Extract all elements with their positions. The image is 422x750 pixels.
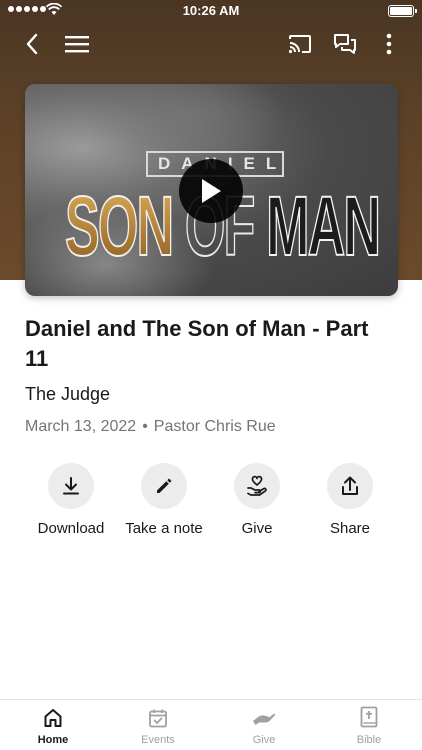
battery-icon: [388, 5, 417, 17]
home-icon: [44, 709, 62, 727]
download-icon: [63, 477, 79, 495]
tab-events-label: Events: [141, 734, 175, 746]
status-bar: 10:26 AM: [0, 0, 422, 22]
pencil-icon: [157, 478, 172, 493]
share-icon: [342, 476, 358, 495]
download-circle: [48, 463, 94, 509]
hamburger-menu-icon: [65, 36, 89, 53]
give-hand-icon: [253, 713, 275, 725]
video-player[interactable]: DANIEL SON OF MAN: [25, 84, 398, 296]
menu-button[interactable]: [61, 28, 93, 60]
more-options-button[interactable]: [373, 28, 405, 60]
give-label: Give: [241, 520, 273, 537]
download-button[interactable]: Download: [21, 463, 121, 537]
tab-home[interactable]: Home: [13, 700, 93, 750]
tab-events[interactable]: Events: [118, 700, 198, 750]
bible-icon: [360, 706, 378, 728]
play-icon: [202, 179, 221, 203]
tab-give[interactable]: Give: [224, 700, 304, 750]
chat-button[interactable]: [329, 28, 361, 60]
share-circle: [327, 463, 373, 509]
take-note-label: Take a note: [125, 520, 203, 537]
artwork-title-word: SON: [64, 179, 174, 273]
more-vertical-icon: [386, 33, 392, 55]
share-button[interactable]: Share: [300, 463, 400, 537]
take-note-button[interactable]: Take a note: [114, 463, 214, 537]
meta-separator: •: [142, 418, 148, 435]
cast-button[interactable]: [284, 28, 316, 60]
take-note-circle: [141, 463, 187, 509]
artwork-title-word: MAN: [265, 179, 381, 273]
tab-bible[interactable]: Bible: [329, 700, 409, 750]
chevron-left-icon: [26, 33, 38, 55]
sermon-date: March 13, 2022: [25, 418, 137, 435]
sermon-meta: March 13, 2022 • Pastor Chris Rue: [25, 418, 276, 436]
calendar-icon: [149, 709, 167, 728]
bottom-tab-bar: Home Events Give Bible: [0, 699, 422, 750]
tab-home-label: Home: [37, 734, 69, 746]
play-button[interactable]: [179, 159, 243, 223]
sermon-subtitle: The Judge: [25, 384, 111, 404]
chat-bubbles-icon: [334, 34, 356, 54]
give-button[interactable]: Give: [207, 463, 307, 537]
tab-give-label: Give: [252, 734, 276, 746]
cast-icon: [288, 35, 311, 54]
give-circle: [234, 463, 280, 509]
sermon-speaker: Pastor Chris Rue: [153, 418, 276, 435]
tab-bible-label: Bible: [356, 734, 382, 746]
download-label: Download: [37, 520, 105, 537]
sermon-title: Daniel and The Son of Man - Part 11: [25, 316, 369, 371]
back-button[interactable]: [16, 28, 48, 60]
share-label: Share: [329, 520, 371, 537]
status-time: 10:26 AM: [182, 3, 240, 18]
heart-hand-icon: [247, 475, 267, 496]
